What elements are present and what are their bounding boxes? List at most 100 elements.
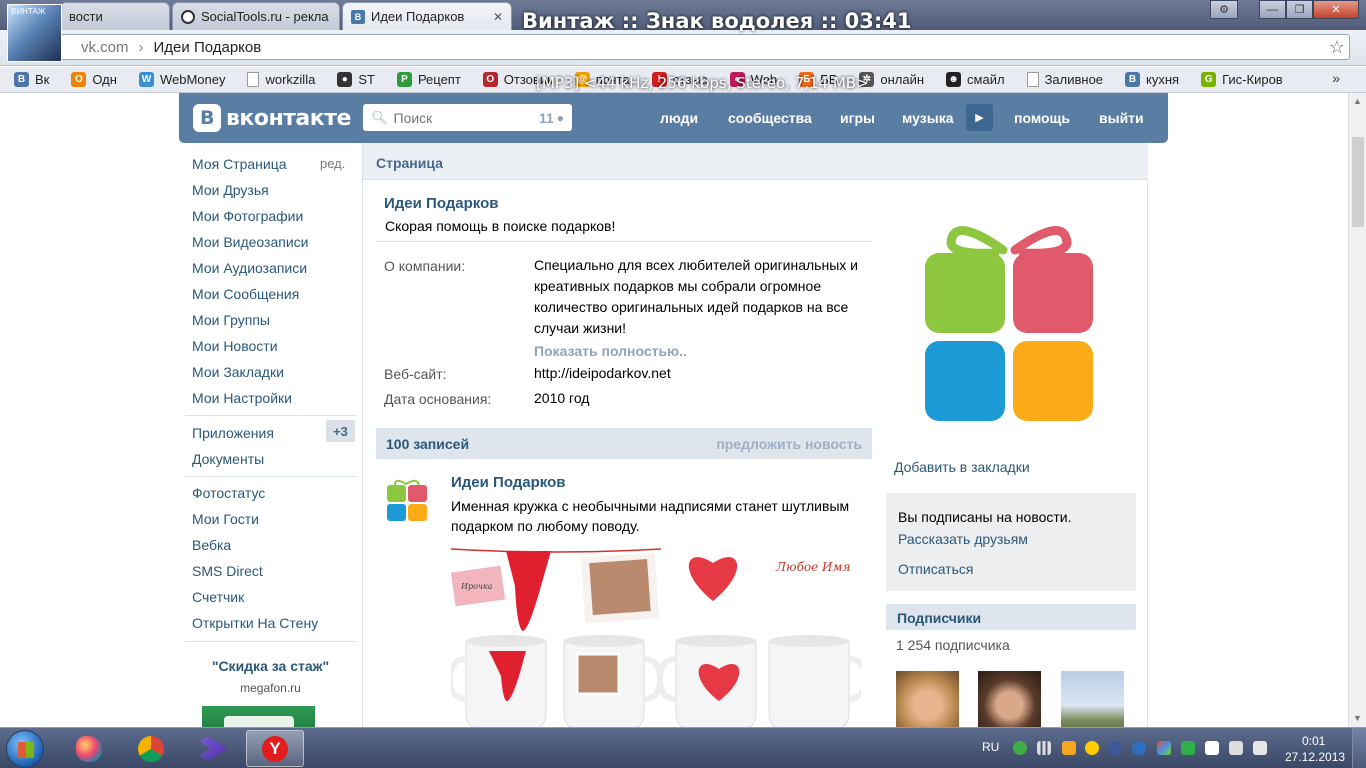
menu-friends[interactable]: Мои Друзья bbox=[192, 182, 269, 198]
taskbar-yandex-browser[interactable]: Y bbox=[246, 730, 304, 767]
show-more-link[interactable]: Показать полностью.. bbox=[534, 343, 687, 359]
clock-time[interactable]: 0:01 bbox=[1302, 734, 1325, 748]
bookmark-item[interactable]: W WebMoney bbox=[138, 72, 225, 87]
webmoney-icon: W bbox=[138, 72, 154, 87]
suggest-news-link[interactable]: предложить новость bbox=[716, 436, 862, 452]
bookmark-item[interactable]: ✲ онлайн bbox=[859, 72, 924, 87]
mug-left-2 bbox=[563, 635, 664, 727]
minimize-button[interactable]: — bbox=[1259, 0, 1286, 19]
ad-image[interactable] bbox=[202, 706, 315, 727]
media-player-icon[interactable] bbox=[1062, 741, 1076, 755]
menu-app-postcards[interactable]: Открытки На Стену bbox=[192, 615, 318, 631]
post-image-mugs[interactable]: Ирочка Любое Имя bbox=[451, 541, 861, 727]
browser-tab-3[interactable]: В Идеи Подарков ✕ bbox=[342, 2, 512, 30]
tray-info-icon[interactable] bbox=[1132, 741, 1146, 755]
menu-groups[interactable]: Мои Группы bbox=[192, 312, 270, 328]
menu-videos[interactable]: Мои Видеозаписи bbox=[192, 234, 308, 250]
menu-audios[interactable]: Мои Аудиозаписи bbox=[192, 260, 307, 276]
volume-icon[interactable] bbox=[1253, 741, 1267, 755]
bookmark-item[interactable]: ● ST bbox=[337, 72, 375, 87]
browser-tab-2[interactable]: SocialTools.ru - рекла bbox=[172, 2, 340, 30]
taskbar-paint-app[interactable] bbox=[60, 730, 118, 767]
post-author-avatar[interactable] bbox=[385, 477, 429, 523]
menu-apps[interactable]: Приложения bbox=[192, 425, 274, 441]
close-tab-icon[interactable]: ✕ bbox=[493, 10, 503, 24]
taskbar-chrome-app[interactable] bbox=[122, 730, 180, 767]
menu-documents[interactable]: Документы bbox=[192, 451, 264, 467]
taskbar-vs-app[interactable] bbox=[184, 730, 242, 767]
menu-messages[interactable]: Мои Сообщения bbox=[192, 286, 299, 302]
follower-avatar[interactable] bbox=[896, 671, 959, 727]
tray-app-icon[interactable] bbox=[1013, 741, 1027, 755]
nav-games[interactable]: игры bbox=[840, 110, 875, 126]
menu-app-photostatus[interactable]: Фотостатус bbox=[192, 485, 265, 501]
show-desktop-button[interactable] bbox=[1352, 728, 1366, 768]
bookmark-item[interactable]: Р Рецепт bbox=[396, 72, 461, 87]
nav-help[interactable]: помощь bbox=[1014, 110, 1070, 126]
followers-count[interactable]: 1 254 подписчика bbox=[896, 637, 1010, 653]
scroll-down-icon[interactable]: ▼ bbox=[1353, 713, 1362, 723]
tray-sync-icon[interactable] bbox=[1157, 741, 1171, 755]
mug-right-2 bbox=[768, 635, 861, 727]
followers-header[interactable]: Подписчики bbox=[886, 604, 1136, 630]
play-icon[interactable]: ▶ bbox=[966, 104, 993, 131]
menu-news[interactable]: Мои Новости bbox=[192, 338, 278, 354]
start-button[interactable] bbox=[6, 730, 44, 768]
close-window-button[interactable]: ✕ bbox=[1313, 0, 1359, 19]
menu-app-counter[interactable]: Счетчик bbox=[192, 589, 244, 605]
bookmark-item[interactable]: G Гис-Киров bbox=[1201, 72, 1283, 87]
menu-app-webcam[interactable]: Вебка bbox=[192, 537, 231, 553]
address-bar[interactable]: vk.com › Идеи Подарков ☆ bbox=[50, 34, 1350, 60]
ad-domain[interactable]: megafon.ru bbox=[184, 681, 357, 695]
player-track-info: [MP3] <44 kHz, 256 kbps, Stereo, 7,14 MB… bbox=[536, 74, 869, 92]
bookmark-item[interactable]: workzilla bbox=[247, 72, 315, 87]
settings-icon[interactable]: ⚙ bbox=[1210, 0, 1238, 19]
nav-people[interactable]: люди bbox=[660, 110, 698, 126]
nav-logout[interactable]: выйти bbox=[1099, 110, 1144, 126]
menu-bookmarks[interactable]: Мои Закладки bbox=[192, 364, 284, 380]
wall-post-count[interactable]: 100 записей bbox=[386, 436, 469, 452]
vk-logo[interactable]: Ввконтакте bbox=[193, 104, 351, 132]
facebook-icon[interactable] bbox=[1108, 741, 1122, 755]
follower-avatar[interactable] bbox=[978, 671, 1041, 727]
menu-edit-link[interactable]: ред. bbox=[320, 156, 345, 171]
follower-avatar[interactable] bbox=[1061, 671, 1124, 727]
unsubscribe-link[interactable]: Отписаться bbox=[898, 561, 973, 577]
add-to-bookmarks-link[interactable]: Добавить в закладки bbox=[894, 459, 1030, 475]
clock-date[interactable]: 27.12.2013 bbox=[1285, 750, 1345, 764]
maximize-button[interactable]: ❐ bbox=[1286, 0, 1313, 19]
bookmark-item[interactable]: ☻ смайл bbox=[946, 72, 1005, 87]
bookmark-item[interactable]: Заливное bbox=[1026, 72, 1103, 87]
tray-warning-icon[interactable] bbox=[1085, 741, 1099, 755]
browser-tab-1[interactable]: вости bbox=[60, 2, 170, 30]
bookmark-star-icon[interactable]: ☆ bbox=[1329, 37, 1345, 58]
checkmark-icon[interactable] bbox=[1181, 741, 1195, 755]
menu-app-guests[interactable]: Мои Гости bbox=[192, 511, 259, 527]
bookmark-label: ST bbox=[358, 72, 375, 87]
nav-communities[interactable]: сообщества bbox=[728, 110, 812, 126]
ad-title[interactable]: "Скидка за стаж" bbox=[184, 658, 357, 674]
scroll-up-icon[interactable]: ▲ bbox=[1353, 96, 1362, 106]
menu-my-page[interactable]: Моя Страница bbox=[192, 156, 287, 172]
bookmarks-more-icon[interactable]: » bbox=[1332, 70, 1340, 86]
apps-badge[interactable]: +3 bbox=[326, 420, 355, 442]
menu-photos[interactable]: Мои Фотографии bbox=[192, 208, 303, 224]
content-header: Страница bbox=[363, 143, 1148, 180]
search-input[interactable]: 🔍︎ Поиск 11 ● bbox=[363, 104, 572, 131]
bookmark-item[interactable]: Вкухня bbox=[1125, 72, 1179, 87]
scrollbar-thumb[interactable] bbox=[1352, 137, 1364, 227]
tell-friends-link[interactable]: Рассказать друзьям bbox=[898, 531, 1028, 547]
bookmark-item[interactable]: В Вк bbox=[14, 72, 49, 87]
post-author[interactable]: Идеи Подарков bbox=[451, 474, 566, 491]
display-icon[interactable] bbox=[1229, 741, 1243, 755]
bookmark-item[interactable]: О Одн bbox=[71, 72, 117, 87]
nav-music[interactable]: музыка bbox=[902, 110, 953, 126]
action-center-flag-icon[interactable] bbox=[1205, 741, 1219, 755]
website-link[interactable]: http://ideipodarkov.net bbox=[534, 363, 671, 384]
menu-app-sms[interactable]: SMS Direct bbox=[192, 563, 263, 579]
group-avatar-gift-icon[interactable] bbox=[883, 195, 1135, 455]
network-signal-icon[interactable] bbox=[1037, 741, 1051, 755]
keyboard-language[interactable]: RU bbox=[982, 740, 999, 754]
page-scrollbar[interactable]: ▲ ▼ bbox=[1348, 93, 1366, 727]
menu-settings[interactable]: Мои Настройки bbox=[192, 390, 292, 406]
